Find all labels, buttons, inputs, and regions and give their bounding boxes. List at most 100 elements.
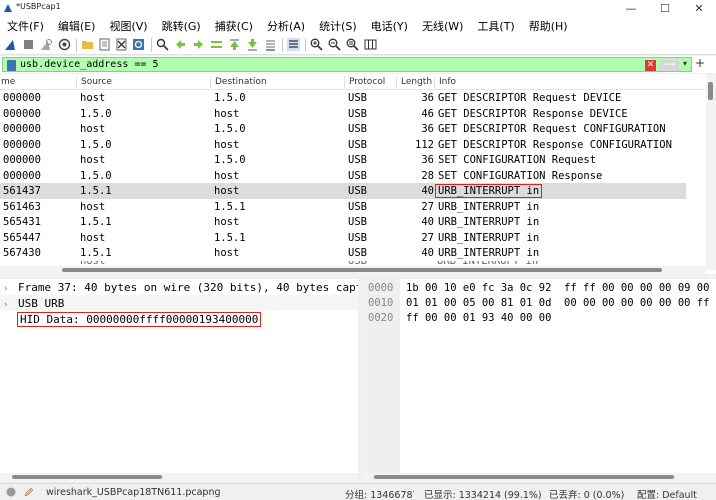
hex-bytes-line[interactable]: 01 01 00 05 00 81 01 0d 00 00 00 00 00 0… bbox=[406, 297, 709, 309]
hex-bytes-line[interactable]: ff 00 00 01 93 40 00 00 bbox=[406, 312, 551, 324]
column-header-protocol[interactable]: Protocol bbox=[349, 77, 385, 87]
display-filter-input[interactable]: usb.device_address == 5 ✕ ⟶ ▾ bbox=[2, 57, 692, 72]
packet-row[interactable]: 000000 host 1.5.0 USB 36 SET CONFIGURATION Re… bbox=[0, 152, 686, 168]
cell-length: 40 bbox=[421, 216, 434, 228]
column-header-time[interactable]: me bbox=[1, 77, 15, 87]
menu-statistics[interactable]: 统计(S) bbox=[319, 18, 357, 34]
cell-time: 000000 bbox=[3, 169, 41, 182]
tree-item-usb-urb[interactable]: › USB URB bbox=[4, 297, 64, 310]
tree-item-hid-data[interactable]: HID Data: 00000000ffff00000193400000 bbox=[4, 312, 262, 327]
resize-columns-icon[interactable] bbox=[364, 38, 377, 51]
expand-arrow-icon[interactable]: › bbox=[4, 284, 18, 294]
close-window-button[interactable]: ✕ bbox=[682, 0, 716, 17]
apply-filter-arrow-icon[interactable]: ⟶ bbox=[659, 60, 679, 71]
column-divider[interactable] bbox=[210, 76, 211, 88]
packet-row[interactable]: 000000 1.5.0 host USB 28 SET CONFIGURATION Re… bbox=[0, 168, 686, 184]
packet-row[interactable]: 565431 1.5.1 host USB 40 URB_INTERRUPT in bbox=[0, 214, 686, 230]
menu-help[interactable]: 帮助(H) bbox=[529, 18, 568, 34]
clear-filter-icon[interactable]: ✕ bbox=[645, 60, 656, 71]
main-toolbar bbox=[0, 35, 716, 55]
go-first-icon[interactable] bbox=[228, 38, 241, 51]
close-file-icon[interactable] bbox=[115, 38, 128, 51]
stop-square-icon[interactable] bbox=[22, 38, 35, 51]
menu-go[interactable]: 跳转(G) bbox=[162, 18, 201, 34]
menu-tools[interactable]: 工具(T) bbox=[477, 18, 514, 34]
shark-fin-start-icon[interactable] bbox=[4, 38, 17, 51]
column-header-source[interactable]: Source bbox=[81, 77, 112, 87]
packet-details-pane[interactable]: › Frame 37: 40 bytes on wire (320 bits), … bbox=[0, 279, 369, 481]
packet-row[interactable]: 000000 1.5.0 host USB 112 GET DESCRIPTOR Resp… bbox=[0, 137, 686, 153]
capture-file-name: wireshark_USBPcap18TN611.pcapng bbox=[46, 487, 221, 498]
scrollbar-thumb[interactable] bbox=[708, 82, 713, 100]
bytes-horizontal-scrollbar[interactable] bbox=[362, 473, 716, 481]
scrollbar-thumb[interactable] bbox=[374, 475, 674, 479]
packet-list-header: me Source Destination Protocol Length In… bbox=[0, 74, 706, 90]
filter-history-dropdown-icon[interactable]: ▾ bbox=[683, 59, 687, 68]
profile-label[interactable]: 配置: Default bbox=[637, 487, 697, 500]
menu-file[interactable]: 文件(F) bbox=[7, 18, 44, 34]
hex-bytes-line[interactable]: 1b 00 10 e0 fc 3a 0c 92 ff ff 00 00 00 0… bbox=[406, 282, 709, 294]
reload-icon[interactable] bbox=[132, 38, 145, 51]
add-filter-button[interactable]: + bbox=[695, 56, 705, 70]
maximize-button[interactable]: ☐ bbox=[648, 0, 682, 17]
column-header-destination[interactable]: Destination bbox=[215, 77, 267, 87]
zoom-normal-icon[interactable] bbox=[346, 38, 359, 51]
display-filter-text[interactable]: usb.device_address == 5 bbox=[20, 59, 158, 70]
cell-time: 000000 bbox=[3, 138, 41, 151]
packet-list-horizontal-scrollbar[interactable] bbox=[0, 266, 706, 274]
zoom-in-icon[interactable] bbox=[310, 38, 323, 51]
column-header-length[interactable]: Length bbox=[401, 77, 432, 87]
packet-row[interactable]: 561437 1.5.1 host USB 40 URB_INTERRUPT in bbox=[0, 183, 686, 199]
go-to-packet-icon[interactable] bbox=[210, 38, 223, 51]
packet-list[interactable]: me Source Destination Protocol Length In… bbox=[0, 74, 716, 274]
details-horizontal-scrollbar[interactable] bbox=[0, 473, 358, 481]
expert-info-icon[interactable] bbox=[6, 487, 16, 497]
packet-row[interactable]: 565447 host 1.5.1 USB 27 URB_INTERRUPT in bbox=[0, 230, 686, 246]
go-back-arrow-icon[interactable] bbox=[174, 38, 187, 51]
menu-capture[interactable]: 捕获(C) bbox=[215, 18, 253, 34]
packet-row[interactable]: 567430 1.5.1 host USB 40 URB_INTERRUPT in bbox=[0, 245, 686, 261]
cell-source: 1.5.0 bbox=[80, 169, 112, 182]
capture-comment-pencil-icon[interactable] bbox=[24, 487, 34, 497]
scrollbar-thumb[interactable] bbox=[62, 268, 662, 272]
column-divider[interactable] bbox=[396, 76, 397, 88]
packet-row[interactable]: 000000 host 1.5.0 USB 36 GET DESCRIPTOR Reque… bbox=[0, 121, 686, 137]
tree-item-frame[interactable]: › Frame 37: 40 bytes on wire (320 bits), … bbox=[4, 281, 369, 294]
column-header-info[interactable]: Info bbox=[439, 77, 456, 87]
auto-scroll-icon[interactable] bbox=[264, 38, 277, 51]
menu-view[interactable]: 视图(V) bbox=[109, 18, 147, 34]
cell-length: 46 bbox=[421, 107, 434, 120]
colorize-icon[interactable] bbox=[287, 38, 300, 51]
packet-row[interactable]: 000000 host 1.5.0 USB 36 GET DESCRIPTOR Reque… bbox=[0, 90, 686, 106]
status-bar: wireshark_USBPcap18TN611.pcapng 分组: 1346… bbox=[0, 483, 716, 500]
column-divider[interactable] bbox=[434, 76, 435, 88]
menu-wireless[interactable]: 无线(W) bbox=[422, 18, 463, 34]
go-forward-arrow-icon[interactable] bbox=[192, 38, 205, 51]
restart-fin-icon[interactable] bbox=[40, 38, 53, 51]
cell-info: URB_INTERRUPT in bbox=[438, 216, 540, 228]
packet-bytes-pane[interactable]: 0000 0010 0020 1b 00 10 e0 fc 3a 0c 92 f… bbox=[362, 279, 716, 481]
bookmark-icon[interactable] bbox=[7, 60, 16, 71]
expand-arrow-icon[interactable]: › bbox=[4, 300, 18, 310]
byte-offset: 0000 bbox=[368, 282, 394, 294]
open-folder-icon[interactable] bbox=[81, 38, 94, 51]
column-divider[interactable] bbox=[344, 76, 345, 88]
go-last-icon[interactable] bbox=[246, 38, 259, 51]
cell-info: URB_INTERRUPT in bbox=[438, 231, 540, 244]
menu-telephony[interactable]: 电话(Y) bbox=[371, 18, 408, 34]
find-magnifier-icon[interactable] bbox=[156, 38, 169, 51]
save-file-icon[interactable] bbox=[98, 38, 111, 51]
cell-time: 565431 bbox=[3, 216, 41, 228]
minimize-button[interactable]: — bbox=[614, 0, 648, 17]
packet-row[interactable]: 561463 host 1.5.1 USB 27 URB_INTERRUPT in bbox=[0, 199, 686, 215]
capture-options-gear-icon[interactable] bbox=[58, 38, 71, 51]
menu-analyze[interactable]: 分析(A) bbox=[267, 18, 305, 34]
menu-edit[interactable]: 编辑(E) bbox=[58, 18, 96, 34]
packet-row[interactable]: 000000 1.5.0 host USB 46 GET DESCRIPTOR Respo… bbox=[0, 106, 686, 122]
packet-list-vertical-scrollbar[interactable] bbox=[706, 74, 716, 270]
dropped-count: 已丢弃: 0 (0.0%) bbox=[549, 490, 625, 500]
cell-source: 1.5.1 bbox=[80, 247, 112, 259]
column-divider[interactable] bbox=[76, 76, 77, 88]
zoom-out-icon[interactable] bbox=[328, 38, 341, 51]
scrollbar-thumb[interactable] bbox=[12, 475, 162, 479]
